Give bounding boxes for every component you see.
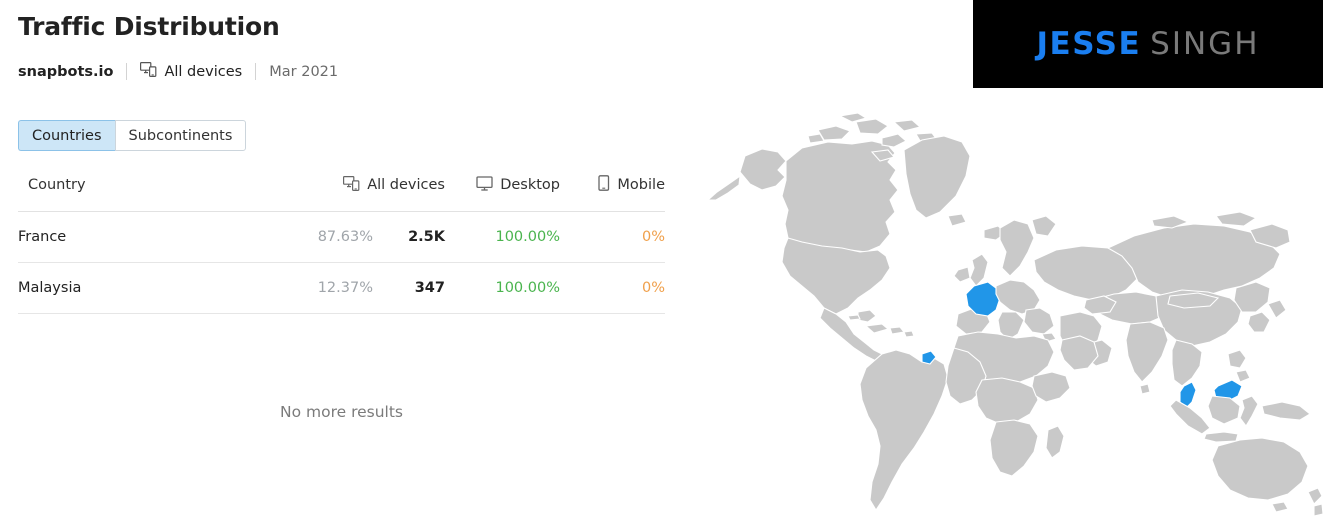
cell-country: France [18, 211, 233, 263]
column-header-desktop[interactable]: Desktop [445, 175, 560, 212]
brand-logo-last-name: SINGH [1150, 26, 1260, 62]
column-header-mobile[interactable]: Mobile [560, 175, 665, 212]
traffic-table: Country All devices Desktop Mobile Franc… [18, 175, 665, 314]
device-filter-label: All devices [164, 63, 243, 80]
cell-mobile: 0% [560, 262, 665, 314]
cell-desktop: 100.00% [445, 262, 560, 314]
mobile-icon [598, 175, 610, 195]
page-title: Traffic Distribution [18, 12, 280, 41]
device-filter[interactable]: All devices [140, 62, 242, 81]
column-header-desktop-label: Desktop [500, 177, 560, 193]
all-devices-icon [140, 62, 164, 81]
column-header-country[interactable]: Country [18, 175, 233, 212]
table-row[interactable]: France 87.63% 2.5K 100.00% 0% [18, 211, 665, 263]
column-header-all-devices-label: All devices [367, 177, 445, 193]
column-header-all-devices[interactable]: All devices [233, 175, 445, 212]
world-map[interactable] [690, 100, 1323, 532]
cell-mobile: 0% [560, 211, 665, 263]
period-label: Mar 2021 [269, 63, 339, 80]
cell-all-devices: 2.5K [373, 211, 445, 263]
desktop-icon [476, 175, 493, 195]
report-subheader: snapbots.io All devices Mar 2021 [18, 62, 338, 81]
tab-countries[interactable]: Countries [18, 120, 115, 151]
brand-logo: JESSE SINGH [973, 0, 1323, 88]
cell-desktop: 100.00% [445, 211, 560, 263]
all-devices-icon [343, 175, 360, 195]
view-tabs: Countries Subcontinents [18, 120, 247, 151]
cell-all-devices: 347 [373, 262, 445, 314]
no-more-results-label: No more results [279, 403, 403, 421]
brand-logo-first-name: JESSE [1036, 26, 1142, 62]
table-header-row: Country All devices Desktop Mobile [18, 175, 665, 212]
column-header-country-label: Country [28, 177, 86, 193]
traffic-distribution-panel: Traffic Distribution snapbots.io All dev… [0, 0, 700, 532]
subheader-divider-2 [255, 63, 257, 80]
table-row[interactable]: Malaysia 12.37% 347 100.00% 0% [18, 262, 665, 314]
subheader-divider-1 [126, 63, 128, 80]
domain-label: snapbots.io [18, 63, 114, 80]
map-landmasses [706, 112, 1323, 517]
cell-share: 87.63% [233, 211, 373, 263]
tab-subcontinents[interactable]: Subcontinents [114, 120, 247, 151]
column-header-mobile-label: Mobile [617, 177, 665, 193]
cell-share: 12.37% [233, 262, 373, 314]
cell-country: Malaysia [18, 262, 233, 314]
